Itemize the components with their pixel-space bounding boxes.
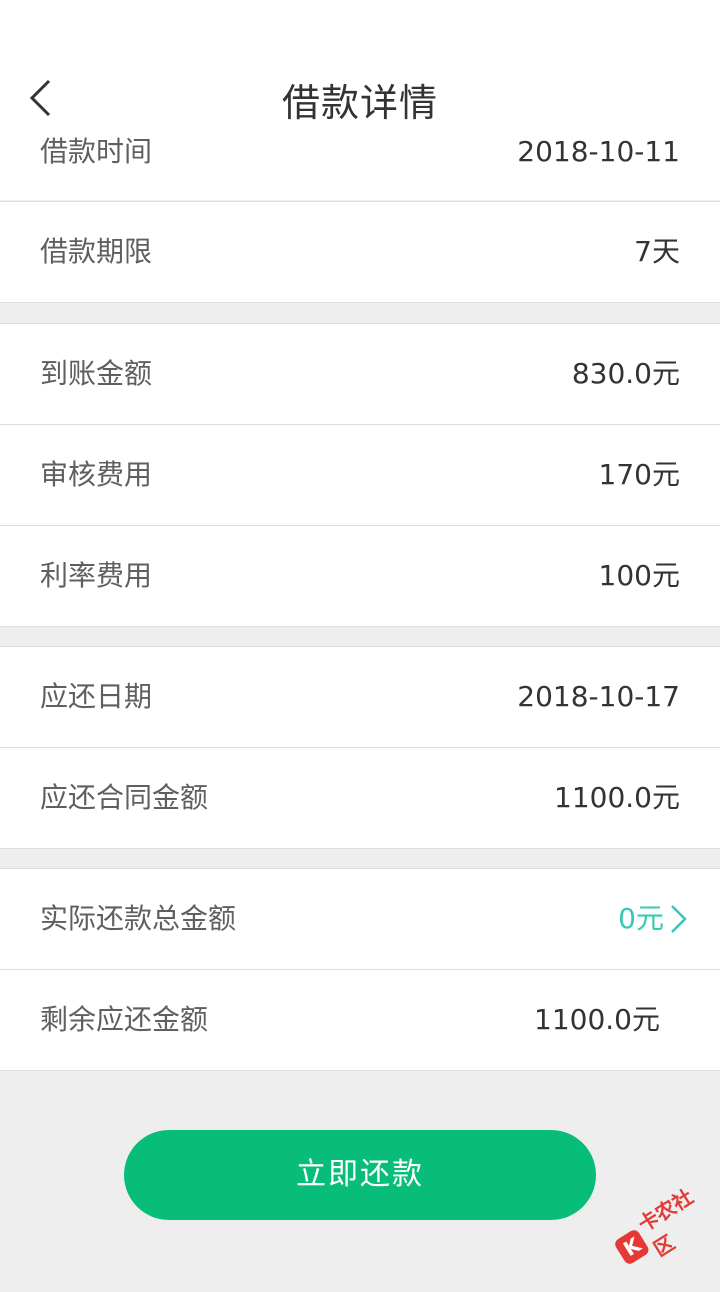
- row-value: 0元: [618, 902, 664, 935]
- list-item-remaining: 剩余应还金额 1100.0元: [0, 970, 720, 1070]
- list-item-borrow-term: 借款期限 7天: [0, 202, 720, 302]
- row-value: 170元: [598, 458, 680, 491]
- chevron-right-icon: [671, 905, 687, 933]
- divider: [0, 302, 720, 303]
- row-label: 应还日期: [40, 680, 153, 713]
- page-title: 借款详情: [281, 81, 438, 125]
- row-value: 7天: [634, 235, 680, 268]
- row-label: 借款期限: [40, 235, 153, 268]
- repay-now-button[interactable]: 立即还款: [124, 1130, 596, 1220]
- list-item-received-amount: 到账金额 830.0元: [0, 324, 720, 424]
- row-label: 剩余应还金额: [40, 1003, 209, 1036]
- row-label: 借款时间: [40, 135, 153, 168]
- row-label: 利率费用: [40, 559, 153, 592]
- row-value: 1100.0元: [554, 781, 680, 814]
- row-label: 到账金额: [40, 357, 153, 390]
- divider: [0, 848, 720, 849]
- divider: [0, 626, 720, 627]
- list-item-actual-repaid[interactable]: 实际还款总金额 0元: [0, 869, 720, 969]
- row-label: 实际还款总金额: [40, 902, 237, 935]
- list-item-borrow-time: 借款时间 2018-10-11: [0, 130, 720, 200]
- row-value: 830.0元: [571, 357, 680, 390]
- row-value: 1100.0元: [534, 1003, 660, 1036]
- list-item-due-date: 应还日期 2018-10-17: [0, 647, 720, 747]
- row-value: 100元: [598, 559, 680, 592]
- row-label: 审核费用: [40, 458, 153, 491]
- watermark: K 卡农社区: [597, 1158, 720, 1292]
- row-value: 2018-10-11: [517, 135, 680, 168]
- list-item-review-fee: 审核费用 170元: [0, 425, 720, 525]
- list-item-interest-fee: 利率费用 100元: [0, 526, 720, 626]
- row-label: 应还合同金额: [40, 781, 209, 814]
- list-item-contract-amount: 应还合同金额 1100.0元: [0, 748, 720, 848]
- divider: [0, 1070, 720, 1071]
- row-value: 2018-10-17: [517, 680, 680, 713]
